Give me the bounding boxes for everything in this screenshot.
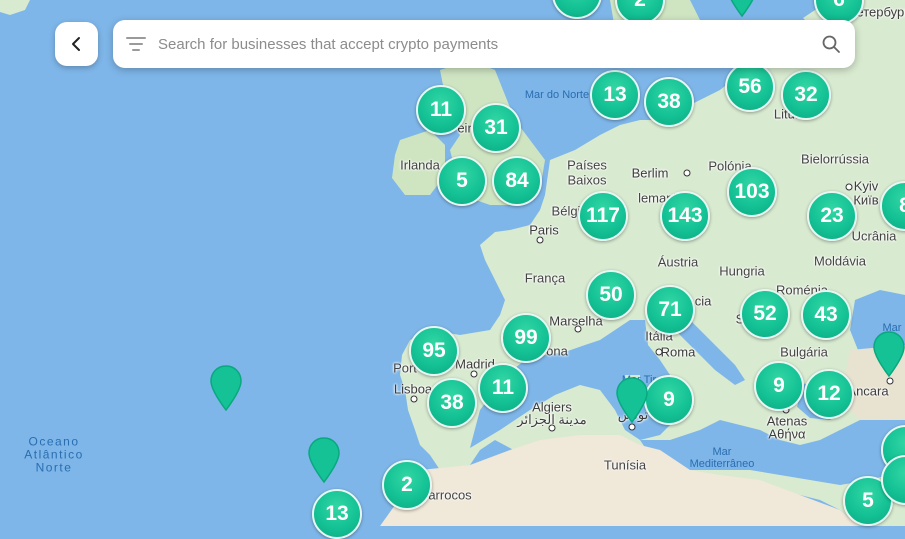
map-pin-icon[interactable] bbox=[725, 0, 759, 18]
cluster-marker[interactable]: 2 bbox=[382, 460, 432, 510]
map-pin-icon[interactable] bbox=[307, 436, 341, 484]
cluster-marker[interactable]: 84 bbox=[492, 156, 542, 206]
label-bulgaria: Bulgária bbox=[780, 344, 828, 360]
city-dot bbox=[628, 423, 636, 431]
city-dot bbox=[574, 325, 582, 333]
label-croatia-partial: cia bbox=[694, 293, 712, 309]
search-icon[interactable] bbox=[821, 34, 841, 54]
city-dot bbox=[845, 183, 853, 191]
city-dot bbox=[410, 395, 418, 403]
cluster-marker[interactable]: 13 bbox=[590, 70, 640, 120]
search-bar bbox=[113, 20, 855, 68]
cluster-marker[interactable]: 13 bbox=[312, 489, 362, 539]
cluster-marker[interactable]: 52 bbox=[740, 289, 790, 339]
city-dot bbox=[536, 236, 544, 244]
label-bielorrussia: Bielorrússia bbox=[801, 151, 869, 167]
label-berlim: Berlim bbox=[631, 165, 669, 181]
label-lisboa: Lisboa bbox=[393, 381, 433, 397]
cluster-marker[interactable]: 71 bbox=[645, 285, 695, 335]
cluster-marker[interactable]: 38 bbox=[427, 378, 477, 428]
label-mar-do-norte: Mar do Norte bbox=[524, 89, 590, 101]
label-irlanda: Irlanda bbox=[400, 157, 440, 173]
label-mediterraneo: Mediterrâneo bbox=[689, 458, 755, 470]
cluster-marker[interactable]: 103 bbox=[727, 167, 777, 217]
label-paises: Países bbox=[567, 157, 607, 173]
map-pin-icon[interactable] bbox=[615, 376, 649, 424]
cluster-marker[interactable]: 95 bbox=[409, 326, 459, 376]
label-oceano-atlantico: Oceano Atlântico Norte bbox=[24, 434, 84, 475]
cluster-marker[interactable]: 38 bbox=[644, 77, 694, 127]
label-marrocos: arrocos bbox=[428, 487, 472, 503]
cluster-marker[interactable]: 23 bbox=[807, 191, 857, 241]
label-tunisia: Tunísia bbox=[603, 457, 647, 473]
city-dot bbox=[470, 370, 478, 378]
filter-icon[interactable] bbox=[124, 32, 148, 56]
chevron-left-icon bbox=[71, 37, 80, 51]
cluster-marker[interactable]: 143 bbox=[660, 191, 710, 241]
back-button[interactable] bbox=[55, 22, 98, 66]
cluster-marker[interactable]: 117 bbox=[578, 191, 628, 241]
label-moldavia: Moldávia bbox=[813, 253, 867, 269]
label-ucrania: Ucrânia bbox=[851, 228, 897, 244]
label-paris: Paris bbox=[529, 222, 559, 238]
label-austria: Áustria bbox=[657, 254, 699, 270]
label-baixos: Baixos bbox=[567, 172, 607, 188]
label-belgica: Bélgi bbox=[551, 203, 581, 219]
cluster-marker[interactable]: 11 bbox=[416, 85, 466, 135]
cluster-marker[interactable]: 50 bbox=[586, 270, 636, 320]
cluster-marker[interactable]: 9 bbox=[754, 361, 804, 411]
cluster-marker[interactable]: 11 bbox=[478, 363, 528, 413]
search-input[interactable] bbox=[158, 24, 821, 64]
cluster-marker[interactable]: 99 bbox=[501, 313, 551, 363]
city-dot bbox=[683, 169, 691, 177]
label-kyiv-cyrillic: Київ bbox=[853, 192, 879, 208]
cluster-marker[interactable]: 56 bbox=[725, 62, 775, 112]
city-dot bbox=[655, 348, 663, 356]
label-atenas-greek: Αθήνα bbox=[768, 426, 806, 442]
cluster-marker[interactable]: 32 bbox=[781, 70, 831, 120]
label-roma: Roma bbox=[660, 344, 696, 360]
city-dot bbox=[886, 377, 894, 385]
map-pin-icon[interactable] bbox=[872, 330, 905, 378]
label-kyiv: Kyiv bbox=[853, 178, 879, 194]
cluster-marker[interactable]: 31 bbox=[471, 103, 521, 153]
city-dot bbox=[548, 424, 556, 432]
label-mar: Mar bbox=[712, 446, 732, 458]
label-franca: França bbox=[524, 270, 566, 286]
label-hungria: Hungria bbox=[719, 263, 765, 279]
cluster-marker[interactable]: 43 bbox=[801, 290, 851, 340]
cluster-marker[interactable]: 12 bbox=[804, 369, 854, 419]
map-pin-icon[interactable] bbox=[209, 364, 243, 412]
cluster-marker[interactable]: 5 bbox=[437, 156, 487, 206]
cluster-marker[interactable]: 9 bbox=[644, 375, 694, 425]
